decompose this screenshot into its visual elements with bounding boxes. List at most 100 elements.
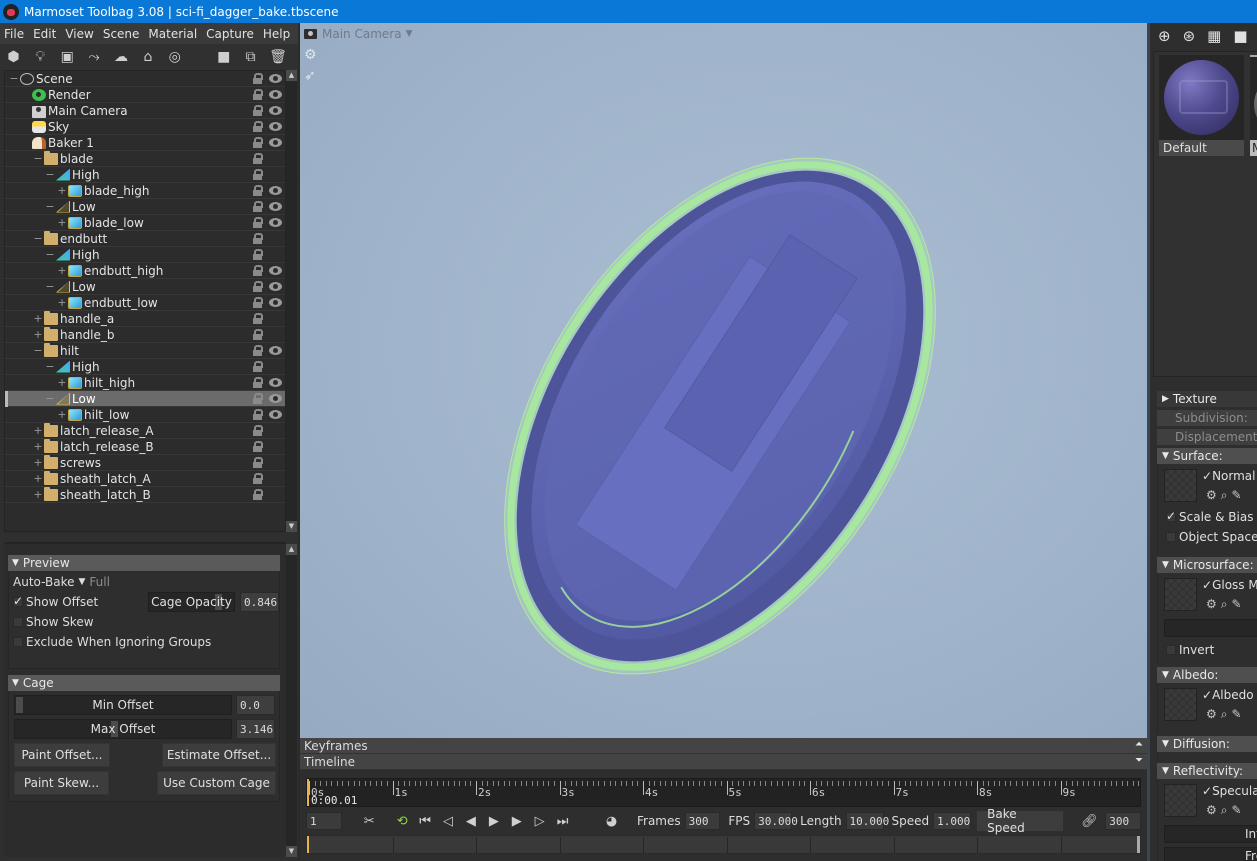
material-thumb-default[interactable] — [1159, 55, 1244, 140]
displacement-header[interactable]: Displacement: — [1157, 429, 1257, 445]
duplicate-material-icon[interactable]: ⊛ — [1183, 28, 1196, 44]
search-icon[interactable]: ⌕ — [1221, 597, 1232, 611]
tree-item-blade-low[interactable]: + blade_low — [5, 215, 285, 231]
tree-item-screws[interactable]: + screws — [5, 454, 285, 471]
play-icon[interactable]: ▶ — [486, 814, 501, 829]
search-icon[interactable]: ⌕ — [1221, 707, 1232, 721]
scroll-up-icon[interactable]: ▲ — [286, 70, 297, 81]
tree-item-high[interactable]: − High — [5, 167, 285, 183]
gear-icon[interactable]: ⚙ — [1206, 597, 1221, 611]
properties-scrollbar[interactable]: ▲ ▼ — [286, 544, 297, 857]
albedo-map-slot[interactable] — [1164, 688, 1197, 721]
lock-icon[interactable] — [252, 297, 263, 308]
min-offset-slider[interactable]: Min Offset — [14, 695, 232, 715]
expand-icon[interactable]: + — [33, 488, 43, 501]
collapse-icon[interactable]: − — [9, 72, 19, 85]
expand-icon[interactable]: + — [57, 184, 67, 197]
track-end-marker[interactable] — [1137, 836, 1140, 853]
lock-icon[interactable] — [252, 169, 263, 180]
skip-to-end-icon[interactable]: ⏭ — [555, 814, 570, 829]
gloss-slider[interactable]: G — [1164, 619, 1257, 637]
next-keyframe-icon[interactable]: ▷ — [532, 814, 547, 829]
skip-to-start-icon[interactable]: ⏮ — [418, 814, 433, 829]
speed-input[interactable]: 1.000 — [933, 812, 972, 830]
tree-item-scene[interactable]: − Scene — [5, 71, 285, 87]
tree-item-sheath-latch-b[interactable]: + sheath_latch_B — [5, 486, 285, 503]
tree-item-blade[interactable]: − blade — [5, 150, 285, 167]
visibility-eye-icon[interactable] — [269, 394, 282, 403]
tree-item-hilt[interactable]: − hilt — [5, 342, 285, 359]
gear-icon[interactable]: ⚙ — [1206, 707, 1221, 721]
lock-icon[interactable] — [252, 105, 263, 116]
visibility-eye-icon[interactable] — [269, 266, 282, 275]
tree-item-low[interactable]: − Low — [5, 391, 285, 407]
tree-item-sheath-latch-a[interactable]: + sheath_latch_A — [5, 470, 285, 487]
reflectivity-header[interactable]: ▼ Reflectivity: — [1157, 763, 1257, 779]
pencil-icon[interactable]: ✎ — [1232, 597, 1246, 611]
gloss-map-toggle[interactable]: ✓Gloss Ma — [1202, 578, 1257, 592]
exclude-groups-checkbox[interactable] — [13, 637, 23, 647]
expand-icon[interactable]: + — [33, 472, 43, 485]
lock-icon[interactable] — [252, 201, 263, 212]
add-shadow-catcher-icon[interactable]: ⤳ — [87, 49, 102, 65]
lock-icon[interactable] — [252, 489, 263, 500]
scroll-up-icon[interactable]: ▲ — [286, 544, 297, 555]
material-name-2[interactable]: M — [1250, 140, 1257, 156]
specular-map-toggle[interactable]: ✓Specular — [1202, 784, 1257, 798]
scroll-down-icon[interactable]: ▼ — [286, 521, 297, 532]
visibility-eye-icon[interactable] — [269, 218, 282, 227]
tree-item-sky[interactable]: Sky — [5, 119, 285, 135]
object-space-checkbox[interactable] — [1166, 532, 1176, 542]
add-light-icon[interactable]: 💡︎ — [33, 49, 48, 65]
tree-item-low[interactable]: − Low — [5, 279, 285, 295]
material-thumb-2[interactable] — [1250, 55, 1257, 140]
texture-header[interactable]: ▶ Texture — [1157, 391, 1257, 407]
menu-scene[interactable]: Scene — [103, 27, 140, 41]
visibility-eye-icon[interactable] — [269, 410, 282, 419]
paint-skew-button[interactable]: Paint Skew... — [14, 771, 109, 795]
lock-icon[interactable] — [252, 377, 263, 388]
tree-item-latch-release-a[interactable]: + latch_release_A — [5, 422, 285, 439]
frames-input[interactable]: 300 — [684, 812, 721, 830]
tree-item-main-camera[interactable]: Main Camera — [5, 103, 285, 119]
fps-input[interactable]: 30.000 — [754, 812, 798, 830]
expand-icon[interactable]: + — [57, 408, 67, 421]
subdivision-header[interactable]: Subdivision: — [1157, 410, 1257, 426]
collapse-icon[interactable]: − — [33, 344, 43, 357]
normal-map-toggle[interactable]: ✓Normal M — [1202, 469, 1257, 483]
cage-section-header[interactable]: ▼ Cage — [8, 675, 280, 691]
lock-icon[interactable] — [252, 457, 263, 468]
lock-icon[interactable] — [252, 345, 263, 356]
diffusion-header[interactable]: ▼ Diffusion: — [1157, 736, 1257, 752]
expand-icon[interactable]: + — [33, 424, 43, 437]
expand-icon[interactable]: + — [33, 456, 43, 469]
add-camera-icon[interactable]: ▣ — [60, 49, 75, 65]
surface-header[interactable]: ▼ Surface: — [1157, 448, 1257, 464]
albedo-map-toggle[interactable]: ✓Albedo M — [1202, 688, 1257, 702]
collapse-icon[interactable]: − — [45, 360, 55, 373]
folder-icon[interactable]: ■ — [1233, 28, 1247, 44]
expand-icon[interactable]: + — [33, 328, 43, 341]
trim-icon[interactable]: ✂ — [362, 814, 377, 829]
menu-view[interactable]: View — [65, 27, 93, 41]
expand-icon[interactable]: + — [57, 216, 67, 229]
lock-icon[interactable] — [252, 233, 263, 244]
tree-item-blade-high[interactable]: + blade_high — [5, 183, 285, 199]
material-name-default[interactable]: Default — [1159, 140, 1244, 156]
link-icon[interactable]: 🔗︎ — [1081, 814, 1098, 829]
tree-item-endbutt[interactable]: − endbutt — [5, 230, 285, 247]
lock-icon[interactable] — [252, 329, 263, 340]
tree-item-endbutt-low[interactable]: + endbutt_low — [5, 295, 285, 311]
visibility-eye-icon[interactable] — [269, 298, 282, 307]
expand-up-icon[interactable]: ⏶ — [1135, 739, 1143, 750]
cage-opacity-input[interactable]: 0.846 — [240, 592, 279, 612]
collapse-icon[interactable]: − — [33, 152, 43, 165]
timeline-ruler[interactable]: 0:00.01 0s 1s 2s 3s 4s 5s 6s 7s 8s 9s — [306, 778, 1141, 807]
show-skew-checkbox[interactable] — [13, 617, 23, 627]
min-offset-input[interactable]: 0.0 — [236, 695, 275, 715]
lock-icon[interactable] — [252, 185, 263, 196]
visibility-eye-icon[interactable] — [269, 186, 282, 195]
expand-icon[interactable]: + — [57, 264, 67, 277]
paint-offset-button[interactable]: Paint Offset... — [14, 743, 110, 767]
tree-item-render[interactable]: Render — [5, 87, 285, 103]
